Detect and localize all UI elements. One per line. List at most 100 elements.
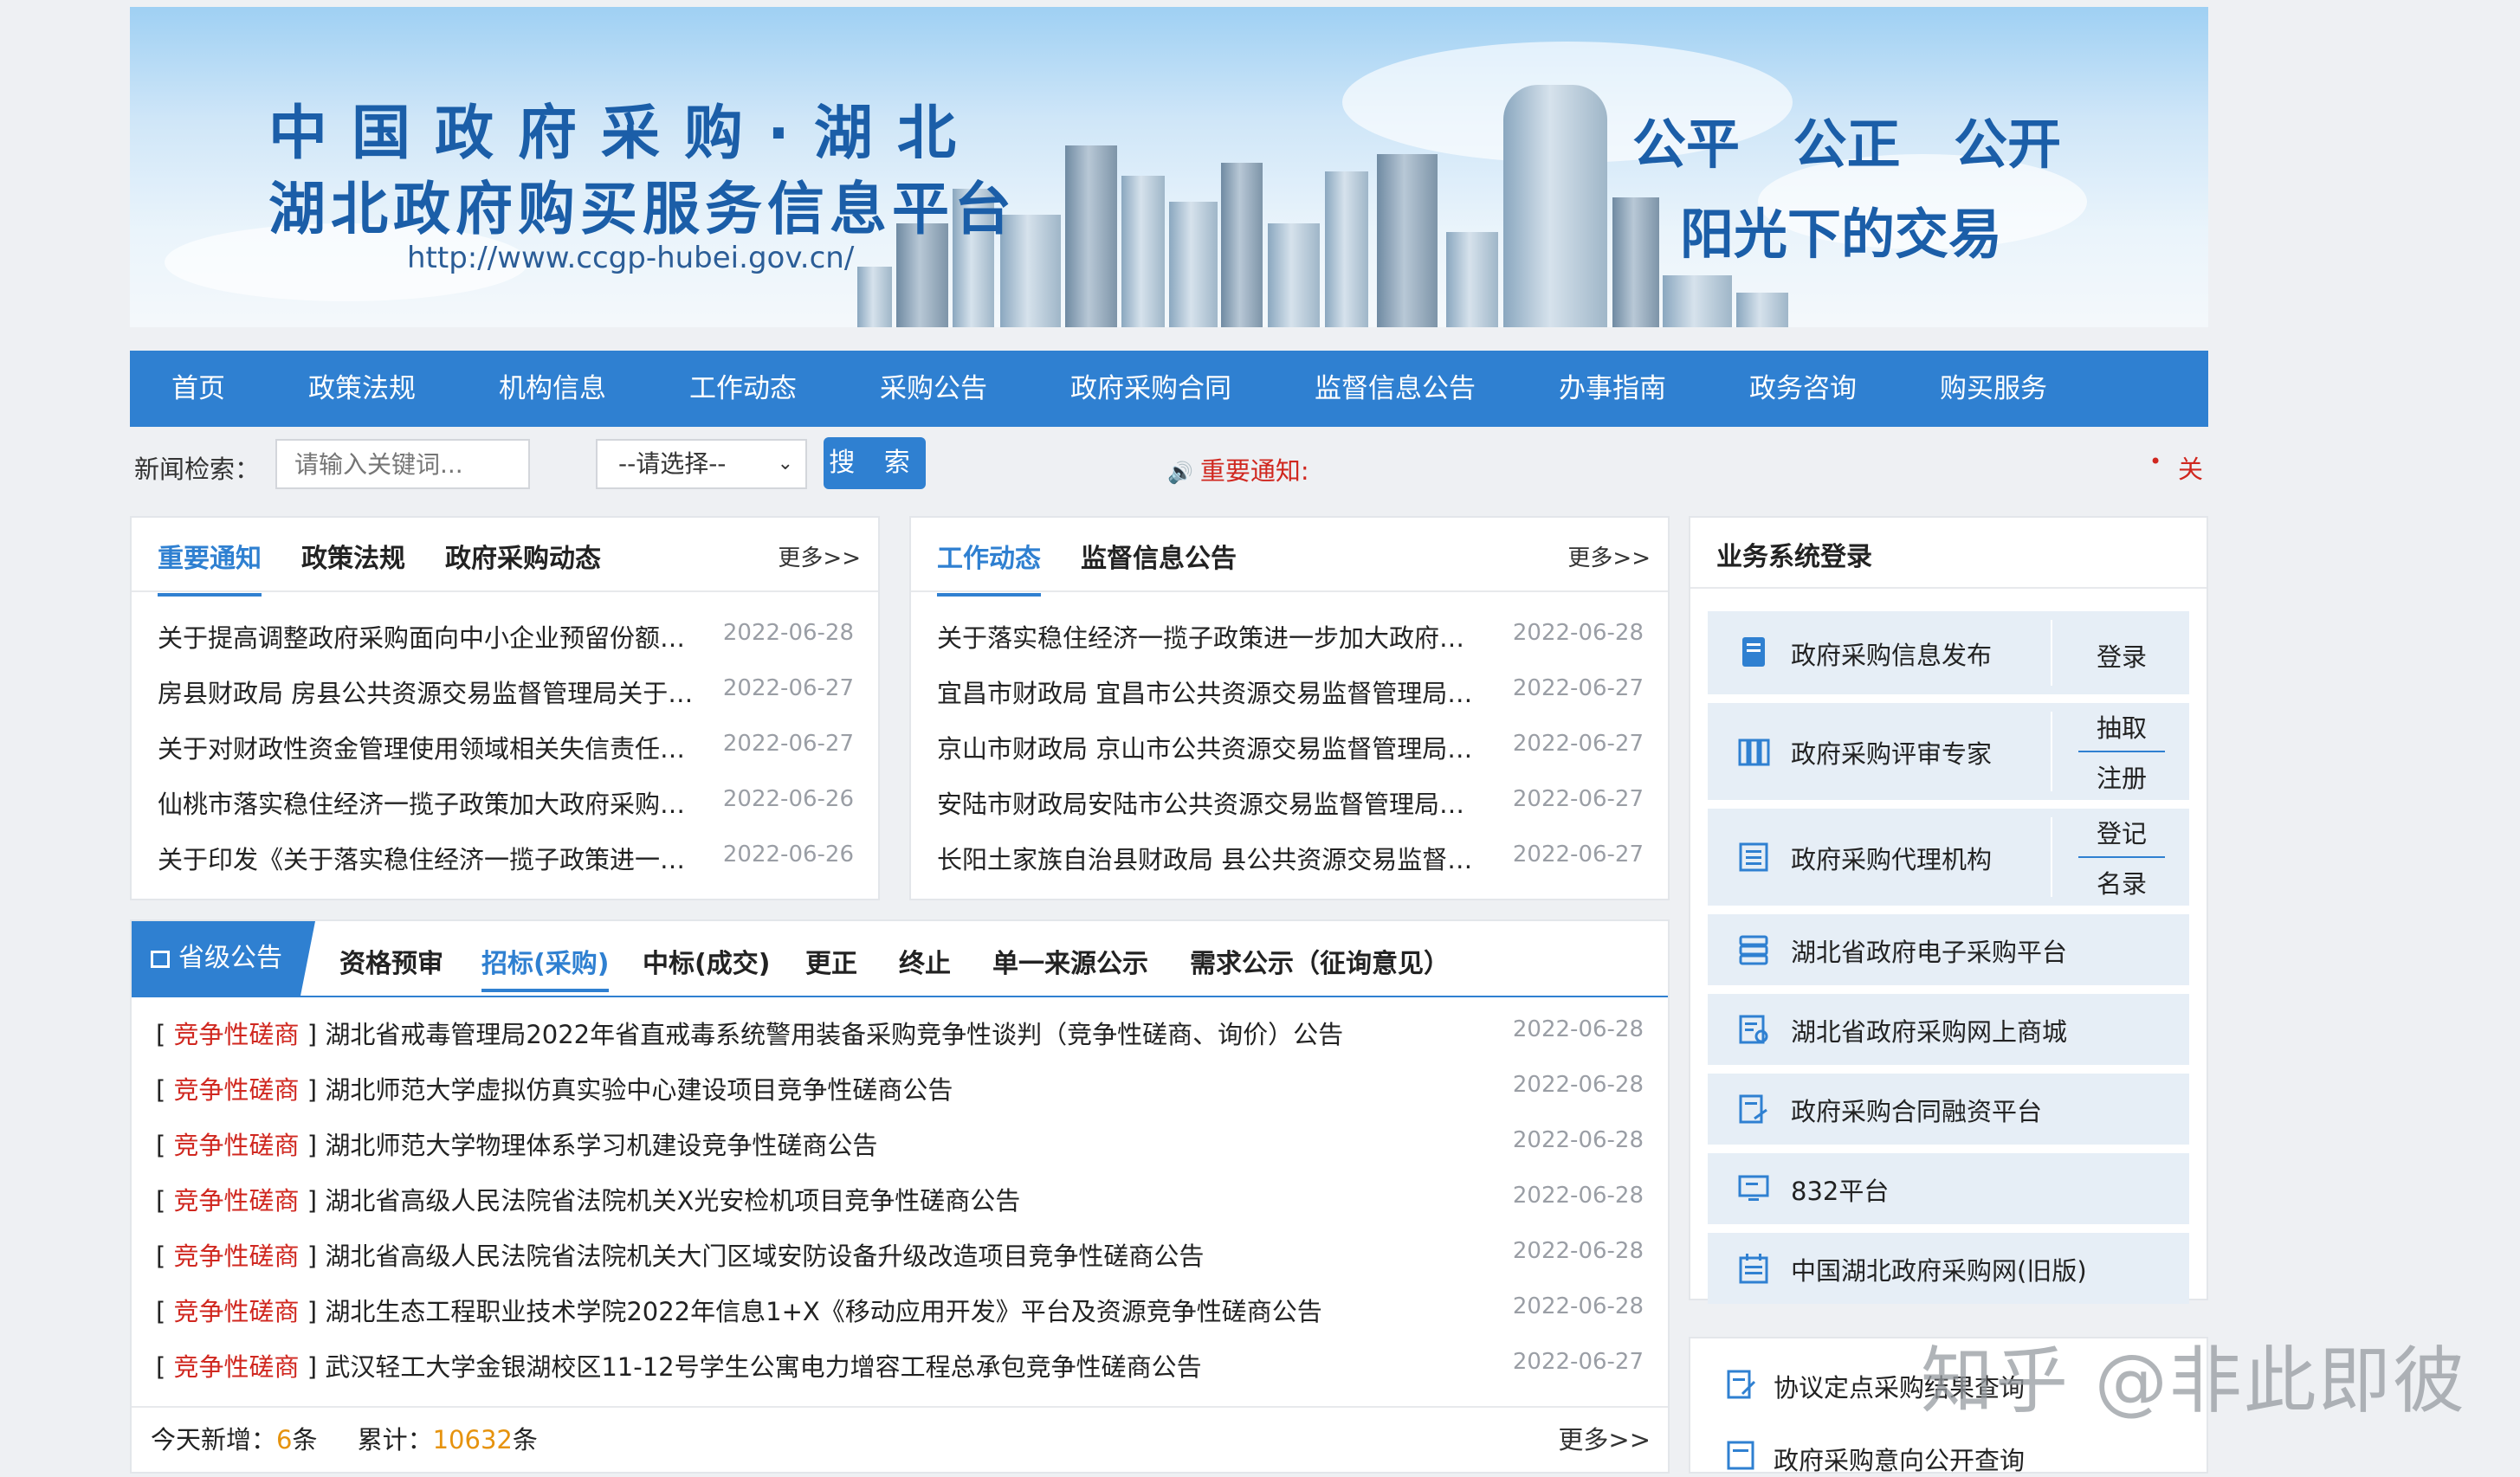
nav-item-services[interactable]: 购买服务 xyxy=(1898,351,2089,427)
tab-supervision[interactable]: 监督信息公告 xyxy=(1081,537,1237,575)
news-title[interactable]: 宜昌市财政局 宜昌市公共资源交易监督管理局… xyxy=(937,674,1474,710)
list-item[interactable]: 京山市财政局 京山市公共资源交易监督管理局… 2022-06-27 xyxy=(911,720,1668,776)
system-name: 832平台 xyxy=(1791,1177,1890,1206)
list-item[interactable]: [ 竞争性磋商 ] 武汉轻工大学金银湖校区11-12号学生公寓电力增容工程总承包… xyxy=(132,1338,1668,1394)
tab-demand-publicity[interactable]: 需求公示（征询意见） xyxy=(1190,942,1450,980)
more-link[interactable]: 更多>> xyxy=(1558,1420,1651,1456)
bulletin-title[interactable]: 武汉轻工大学金银湖校区11-12号学生公寓电力增容工程总承包竞争性磋商公告 xyxy=(325,1352,1201,1382)
tab-policy[interactable]: 政策法规 xyxy=(301,537,405,575)
list-item[interactable]: [ 竞争性磋商 ] 湖北省戒毒管理局2022年省直戒毒系统警用装备采购竞争性谈判… xyxy=(132,1006,1668,1061)
bulletin-title[interactable]: 湖北师范大学物理体系学习机建设竞争性磋商公告 xyxy=(325,1131,877,1160)
bulletin-title[interactable]: 湖北省高级人民法院省法院机关X光安检机项目竞争性磋商公告 xyxy=(325,1186,1020,1216)
list-item[interactable]: [ 竞争性磋商 ] 湖北省高级人民法院省法院机关X光安检机项目竞争性磋商公告 20… xyxy=(132,1172,1668,1228)
speaker-icon: 🔊 xyxy=(1167,461,1193,485)
nav-item-supervision[interactable]: 监督信息公告 xyxy=(1273,351,1517,427)
list-item[interactable]: 关于对财政性资金管理使用领域相关失信责任… 2022-06-27 xyxy=(132,720,878,776)
more-link[interactable]: 更多>> xyxy=(778,540,861,572)
news-list: 关于提高调整政府采购面向中小企业预留份额… 2022-06-28 房县财政局 房县… xyxy=(132,610,878,887)
news-title[interactable]: 长阳土家族自治县财政局 县公共资源交易监督… xyxy=(937,840,1474,876)
building xyxy=(1446,232,1498,327)
bulletin-entry: [ 竞争性磋商 ] 湖北师范大学虚拟仿真实验中心建设项目竞争性磋商公告 xyxy=(156,1075,953,1105)
monitor-icon xyxy=(1738,1175,1769,1201)
list-item[interactable]: 关于落实稳住经济一揽子政策进一步加大政府… 2022-06-28 xyxy=(911,610,1668,665)
system-832-platform[interactable]: 832平台 xyxy=(1708,1153,2189,1224)
list-item[interactable]: 仙桃市落实稳住经济一揽子政策加大政府采购… 2022-06-26 xyxy=(132,776,878,831)
news-title[interactable]: 仙桃市落实稳住经济一揽子政策加大政府采购… xyxy=(158,784,695,821)
nav-item-home[interactable]: 首页 xyxy=(130,351,267,427)
bulletin-title[interactable]: 湖北省戒毒管理局2022年省直戒毒系统警用装备采购竞争性谈判（竞争性磋商、询价）… xyxy=(325,1020,1343,1049)
document-icon xyxy=(1742,637,1765,667)
action-divider xyxy=(2078,751,2165,752)
category-tag[interactable]: 竞争性磋商 xyxy=(174,1297,300,1326)
tab-prequalification[interactable]: 资格预审 xyxy=(339,942,443,980)
agency-directory-button[interactable]: 名录 xyxy=(2054,864,2189,900)
nav-item-guide[interactable]: 办事指南 xyxy=(1517,351,1708,427)
list-item[interactable]: 长阳土家族自治县财政局 县公共资源交易监督… 2022-06-27 xyxy=(911,831,1668,887)
nav-item-consult[interactable]: 政务咨询 xyxy=(1708,351,1898,427)
list-item[interactable]: [ 竞争性磋商 ] 湖北省高级人民法院省法院机关大门区域安防设备升级改造项目竞争… xyxy=(132,1228,1668,1283)
list-item[interactable]: 宜昌市财政局 宜昌市公共资源交易监督管理局… 2022-06-27 xyxy=(911,665,1668,720)
agency-register-button[interactable]: 登记 xyxy=(2054,814,2189,850)
draw-expert-button[interactable]: 抽取 xyxy=(2054,708,2189,745)
bulletin-title[interactable]: 湖北省高级人民法院省法院机关大门区域安防设备升级改造项目竞争性磋商公告 xyxy=(325,1242,1204,1271)
list-item[interactable]: 房县财政局 房县公共资源交易监督管理局关于… 2022-06-27 xyxy=(132,665,878,720)
list-item[interactable]: [ 竞争性磋商 ] 湖北生态工程职业技术学院2022年信息1+X《移动应用开发》… xyxy=(132,1283,1668,1338)
intent-query-link[interactable]: 政府采购意向公开查询 xyxy=(1774,1441,2025,1477)
nav-item-contracts[interactable]: 政府采购合同 xyxy=(1029,351,1273,427)
news-date: 2022-06-27 xyxy=(1512,786,1644,812)
list-item[interactable]: [ 竞争性磋商 ] 湖北师范大学虚拟仿真实验中心建设项目竞争性磋商公告 2022-… xyxy=(132,1061,1668,1117)
tab-award[interactable]: 中标(成交) xyxy=(643,942,770,980)
category-tag[interactable]: 竞争性磋商 xyxy=(174,1242,300,1271)
news-title[interactable]: 京山市财政局 京山市公共资源交易监督管理局… xyxy=(937,729,1474,765)
more-link[interactable]: 更多>> xyxy=(1567,540,1651,572)
bulletin-entry: [ 竞争性磋商 ] 湖北生态工程职业技术学院2022年信息1+X《移动应用开发》… xyxy=(156,1297,1322,1326)
search-input[interactable] xyxy=(275,439,530,489)
bulletin-title[interactable]: 湖北生态工程职业技术学院2022年信息1+X《移动应用开发》平台及资源竞争性磋商… xyxy=(325,1297,1321,1326)
tab-work-news[interactable]: 工作动态 xyxy=(937,537,1041,597)
tab-provincial-bulletin-label: 省级公告 xyxy=(178,943,282,973)
tab-provincial-bulletin[interactable]: 省级公告 xyxy=(132,921,315,996)
list-icon xyxy=(1739,842,1768,872)
category-select[interactable]: --请选择-- ⌄ xyxy=(596,439,807,489)
list-item[interactable]: 关于提高调整政府采购面向中小企业预留份额… 2022-06-28 xyxy=(132,610,878,665)
bulletin-title[interactable]: 湖北师范大学虚拟仿真实验中心建设项目竞争性磋商公告 xyxy=(325,1075,953,1105)
news-title[interactable]: 关于印发《关于落实稳住经济一揽子政策进一… xyxy=(158,840,695,876)
news-title[interactable]: 关于对财政性资金管理使用领域相关失信责任… xyxy=(158,729,695,765)
tab-tender[interactable]: 招标(采购) xyxy=(481,942,610,992)
system-name: 中国湖北政府采购网(旧版) xyxy=(1791,1256,2087,1286)
list-item[interactable]: 关于印发《关于落实稳住经济一揽子政策进一… 2022-06-26 xyxy=(132,831,878,887)
nav-item-agencies[interactable]: 机构信息 xyxy=(457,351,648,427)
notice-ticker[interactable]: 关 xyxy=(2178,449,2203,486)
system-legacy-site[interactable]: 中国湖北政府采购网(旧版) xyxy=(1708,1233,2189,1304)
tab-important-notice[interactable]: 重要通知 xyxy=(158,537,262,597)
system-contract-finance[interactable]: 政府采购合同融资平台 xyxy=(1708,1074,2189,1145)
list-item[interactable]: [ 竞争性磋商 ] 湖北师范大学物理体系学习机建设竞争性磋商公告 2022-06-… xyxy=(132,1117,1668,1172)
login-button[interactable]: 登录 xyxy=(2054,637,2189,674)
tab-procurement-news[interactable]: 政府采购动态 xyxy=(445,537,601,575)
category-tag[interactable]: 竞争性磋商 xyxy=(174,1186,300,1216)
news-title[interactable]: 房县财政局 房县公共资源交易监督管理局关于… xyxy=(158,674,695,710)
category-tag[interactable]: 竞争性磋商 xyxy=(174,1020,300,1049)
news-title[interactable]: 关于落实稳住经济一揽子政策进一步加大政府… xyxy=(937,618,1474,655)
bulletin-icon xyxy=(151,951,170,968)
tab-termination[interactable]: 终止 xyxy=(899,942,951,980)
nav-item-work-news[interactable]: 工作动态 xyxy=(648,351,838,427)
search-button[interactable]: 搜 索 xyxy=(824,437,926,489)
tab-correction[interactable]: 更正 xyxy=(805,942,857,980)
list-item[interactable]: 安陆市财政局安陆市公共资源交易监督管理局… 2022-06-27 xyxy=(911,776,1668,831)
bulletin-list: [ 竞争性磋商 ] 湖北省戒毒管理局2022年省直戒毒系统警用装备采购竞争性谈判… xyxy=(132,1006,1668,1394)
system-e-procurement[interactable]: 湖北省政府电子采购平台 xyxy=(1708,914,2189,985)
building xyxy=(1736,293,1788,327)
register-button[interactable]: 注册 xyxy=(2054,758,2189,795)
category-tag[interactable]: 竞争性磋商 xyxy=(174,1131,300,1160)
category-tag[interactable]: 竞争性磋商 xyxy=(174,1352,300,1382)
news-title[interactable]: 关于提高调整政府采购面向中小企业预留份额… xyxy=(158,618,695,655)
nav-item-policy[interactable]: 政策法规 xyxy=(267,351,457,427)
system-info-publish[interactable]: 政府采购信息发布 登录 xyxy=(1708,611,2189,694)
news-title[interactable]: 安陆市财政局安陆市公共资源交易监督管理局… xyxy=(937,784,1474,821)
tab-single-source[interactable]: 单一来源公示 xyxy=(992,942,1148,980)
system-online-mall[interactable]: 湖北省政府采购网上商城 xyxy=(1708,994,2189,1065)
nav-item-procurement[interactable]: 采购公告 xyxy=(838,351,1029,427)
category-tag[interactable]: 竞争性磋商 xyxy=(174,1075,300,1105)
banner-subtitle: 湖北政府购买服务信息平台 xyxy=(268,176,1017,242)
